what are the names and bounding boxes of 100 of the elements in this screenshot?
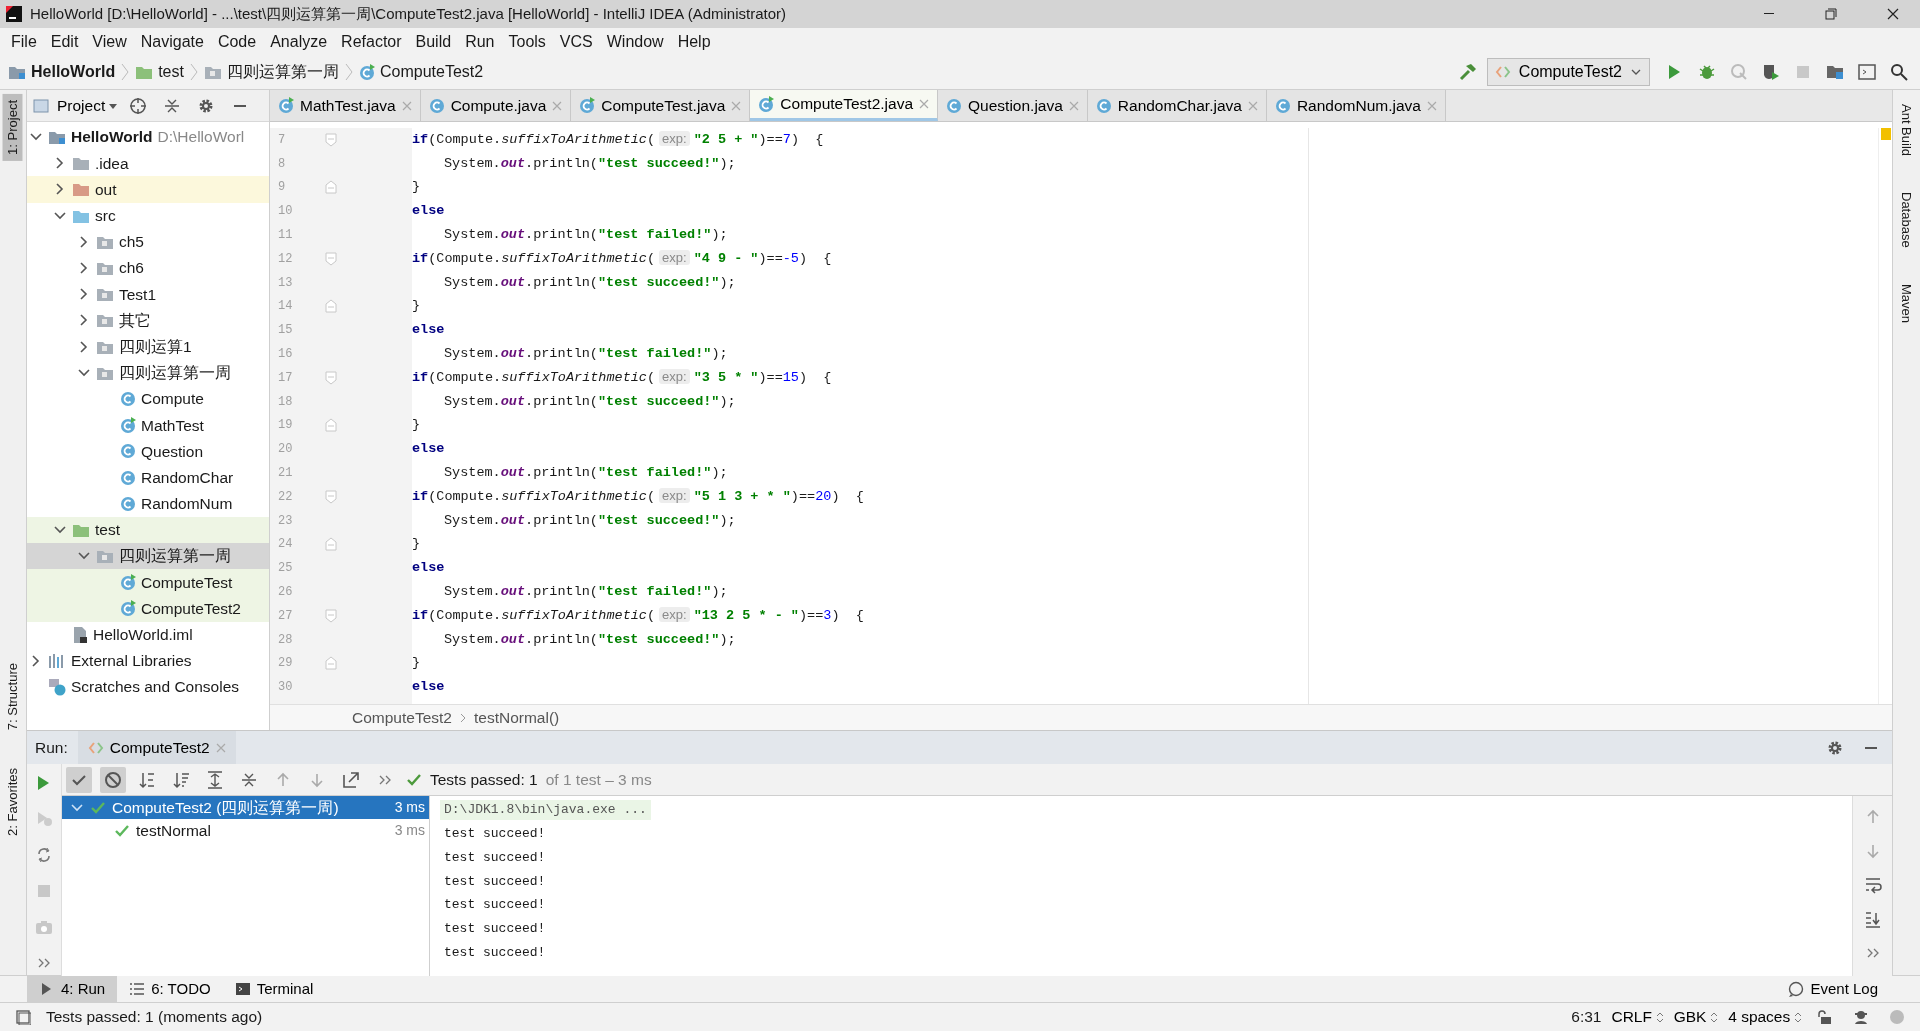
tree-item[interactable]: Test1 [27,281,269,308]
tree-item[interactable]: HelloWorld D:\HelloWorl [27,124,269,151]
menu-item[interactable]: Navigate [133,29,211,54]
scroll-to-end-icon[interactable] [1863,910,1882,928]
test-tree-item[interactable]: testNormal 3 ms [62,819,429,842]
line-number: 22 [277,488,294,506]
tree-item[interactable]: MathTest [27,412,269,439]
editor-tab[interactable]: RandomNum.java [1266,90,1446,121]
caret-position[interactable]: 6:31 [1571,1005,1602,1029]
tool-window-tab[interactable]: 2: Favorites [3,762,23,843]
breadcrumb-item[interactable]: 四则运算第一周 [226,60,339,84]
tool-window-tab[interactable]: 1: Project [3,94,23,161]
menu-item[interactable]: Analyze [263,29,335,54]
speech-bubble-icon [1788,981,1805,997]
tree-item[interactable]: HelloWorld.iml [27,621,269,648]
tree-item[interactable]: out [27,176,269,203]
breadcrumb-item[interactable]: ComputeTest2 [352,705,452,730]
menu-item[interactable]: Build [408,29,459,54]
view-dropdown[interactable]: Project [57,93,117,118]
editor-tab[interactable]: MathTest.java [270,90,421,121]
tool-tab[interactable]: 4: Run [27,975,118,1003]
locate-icon[interactable] [129,96,147,115]
previous-icon[interactable] [275,771,291,788]
breadcrumb-item[interactable]: test [158,60,184,84]
tool-window-tab[interactable]: Ant Build [1896,98,1917,163]
tree-item[interactable]: ch5 [27,228,269,255]
test-class-icon [579,97,596,114]
event-log-tab[interactable]: Event Log [1776,975,1890,1003]
export-icon[interactable] [342,770,360,789]
line-number: 30 [277,679,294,697]
debug-icon[interactable] [1698,63,1716,81]
project-structure-icon[interactable] [1826,63,1844,81]
menu-item[interactable]: File [4,29,44,54]
tool-windows-icon[interactable] [15,1009,31,1025]
toggle-auto-test-icon[interactable] [35,846,53,864]
menu-item[interactable]: Window [599,29,671,54]
tree-item[interactable]: 其它 [27,307,269,334]
file-encoding-dropdown[interactable]: GBK [1673,1005,1719,1029]
tree-item[interactable]: RandomNum [27,490,269,517]
expand-all-icon[interactable] [206,770,224,789]
test-tree-item[interactable]: ComputeTest2 (四则运算第一周) 3 ms [62,796,429,819]
tree-item[interactable]: test [27,516,269,543]
indent-setting-dropdown[interactable]: 4 spaces [1728,1005,1802,1029]
scroll-down-icon[interactable] [1864,843,1881,859]
tree-item[interactable]: 四则运算第一周 [27,359,269,386]
editor-tab[interactable]: Question.java [938,90,1088,121]
menu-item[interactable]: VCS [552,29,600,54]
tree-item[interactable]: .idea [27,150,269,177]
sort-duration-icon[interactable] [172,770,190,789]
menu-item[interactable]: View [85,29,134,54]
menu-item[interactable]: Code [210,29,264,54]
run-config-dropdown[interactable]: ComputeTest2 [1486,58,1650,86]
run-tab[interactable]: ComputeTest2 [77,731,236,764]
tool-tab[interactable]: Terminal [222,975,326,1003]
breadcrumb-item[interactable]: ComputeTest2 [379,60,484,84]
tree-item[interactable]: Compute [27,385,269,413]
tool-window-tab[interactable]: 7: Structure [3,656,23,737]
breadcrumb-item[interactable]: testNormal() [473,705,560,730]
tool-window-tab[interactable]: Database [1896,186,1917,254]
tree-item[interactable]: ComputeTest2 [27,595,269,622]
breadcrumb-item[interactable]: HelloWorld [31,60,116,84]
show-passed-button[interactable] [66,766,92,793]
tree-item[interactable]: ch6 [27,254,269,282]
settings-icon[interactable] [198,97,214,114]
tree-item[interactable]: RandomChar [27,464,269,491]
window-title: HelloWorld [D:\HelloWorld] - ...\test\四则运算第一周\ComputeTest2.java [HelloWorld] - IntelliJ IDEA (Administrator) [30,3,788,24]
coverage-icon[interactable] [1762,63,1780,81]
tree-item[interactable]: External Libraries [27,647,269,674]
editor-tab[interactable]: Compute.java [420,90,572,121]
tool-window-tab[interactable]: Maven [1896,277,1917,329]
sort-alpha-icon[interactable] [138,770,156,789]
editor-tab[interactable]: ComputeTest2.java [750,90,939,121]
soft-wrap-icon[interactable] [1863,876,1882,894]
tool-tab[interactable]: 6: TODO [117,975,223,1003]
editor-tab[interactable]: RandomChar.java [1087,90,1267,121]
duration-text: 3 ms [394,821,425,840]
tree-item[interactable]: Question [27,438,269,465]
tree-item[interactable]: Scratches and Consoles [27,673,269,701]
build-icon[interactable] [1457,62,1478,82]
menu-item[interactable]: Run [458,29,502,54]
inspector-icon[interactable] [1853,1009,1869,1025]
menu-item[interactable]: Edit [43,29,86,54]
console-output: test succeed! [444,920,546,939]
tree-item[interactable]: 四则运算1 [27,333,269,360]
tree-item[interactable]: 四则运算第一周 [27,543,269,570]
close-icon [1068,100,1079,111]
window-icon[interactable] [1858,63,1876,81]
tree-item[interactable]: src [27,202,269,229]
search-icon[interactable] [1890,63,1908,81]
next-icon[interactable] [309,771,325,788]
close-icon[interactable] [1885,6,1901,22]
settings-icon[interactable] [1827,739,1843,756]
editor-tab[interactable]: ComputeTest.java [571,90,751,121]
line-separator-dropdown[interactable]: CRLF [1611,1005,1664,1029]
menu-item[interactable]: Refactor [334,29,409,54]
restore-icon[interactable] [1823,6,1839,22]
lock-icon[interactable] [1817,1009,1833,1025]
tree-item[interactable]: ComputeTest [27,569,269,596]
menu-item[interactable]: Help [670,29,718,54]
menu-item[interactable]: Tools [501,29,553,54]
